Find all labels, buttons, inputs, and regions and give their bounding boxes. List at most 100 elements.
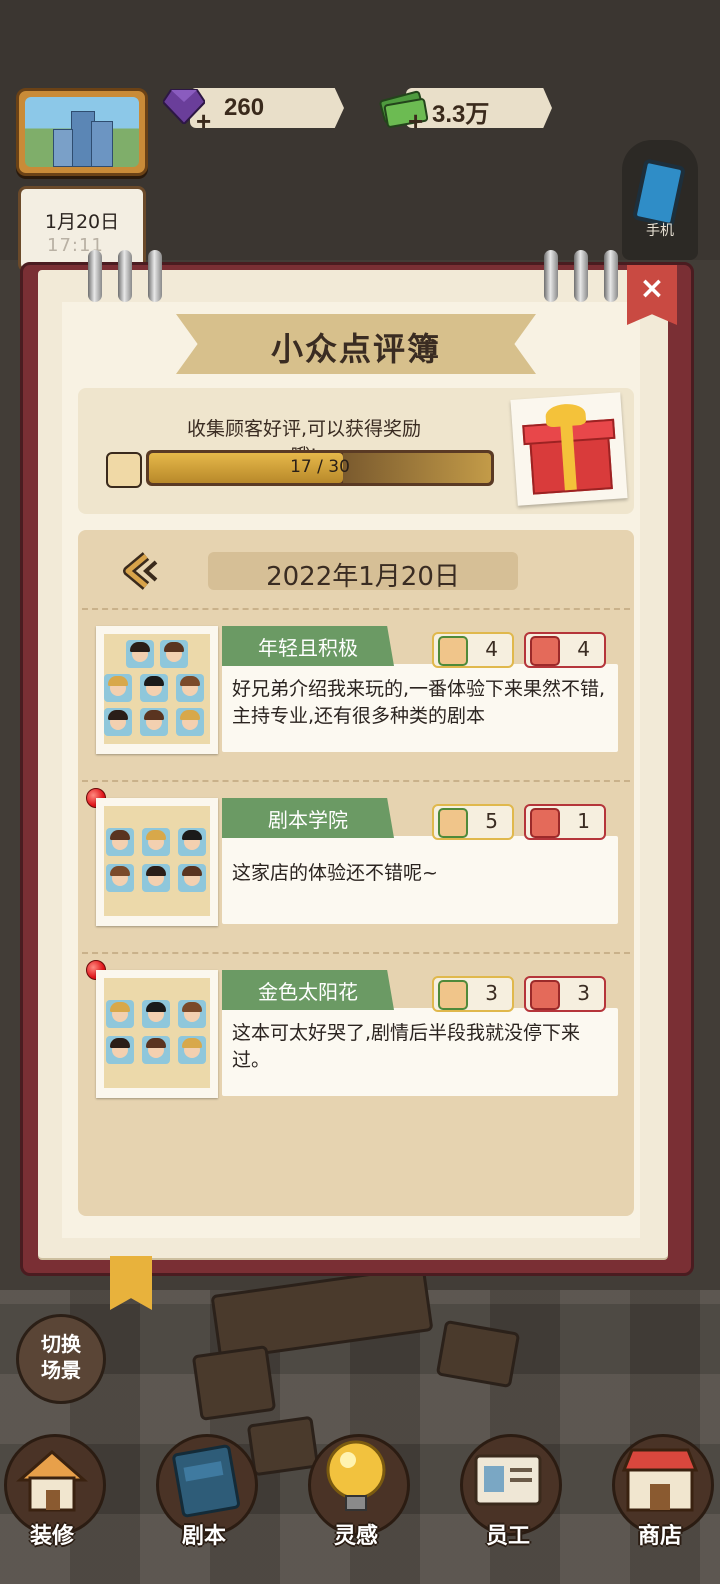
dislike-count: 1 bbox=[524, 804, 606, 840]
customer-avatar bbox=[178, 864, 206, 892]
customer-avatars bbox=[96, 970, 218, 1098]
gems-value: 260 bbox=[224, 94, 265, 121]
review-list-panel: 2022年1月20日 好兄弟介绍我来玩的,一番体验下来果然不错,主持专业,还有很… bbox=[78, 530, 634, 1216]
like-count: 5 bbox=[432, 804, 514, 840]
binder-ring bbox=[118, 250, 132, 302]
nav-label: 员工 bbox=[485, 1524, 530, 1549]
crate bbox=[191, 1345, 277, 1421]
review-comment: 好兄弟介绍我来玩的,一番体验下来果然不错,主持专业,还有很多种类的剧本 bbox=[232, 678, 606, 727]
progress-bar: 17 / 30 bbox=[146, 450, 494, 486]
dislike-value: 1 bbox=[577, 809, 590, 833]
like-value: 3 bbox=[485, 981, 498, 1005]
phone-label: 手机 bbox=[646, 223, 674, 239]
lightbulb-icon bbox=[326, 1440, 386, 1511]
like-value: 4 bbox=[485, 637, 498, 661]
phone-icon bbox=[632, 158, 686, 228]
close-icon: × bbox=[639, 271, 665, 306]
customer-avatar bbox=[142, 828, 170, 856]
dislike-count: 4 bbox=[524, 632, 606, 668]
dislike-value: 3 bbox=[577, 981, 590, 1005]
cash-value: 3.3万 bbox=[432, 101, 490, 128]
house-icon bbox=[16, 1450, 88, 1512]
progress-text: 17 / 30 bbox=[290, 457, 350, 477]
customer-avatar bbox=[140, 708, 168, 736]
nav-script[interactable]: 剧本 bbox=[154, 1430, 258, 1584]
like-count: 4 bbox=[432, 632, 514, 668]
customer-avatar bbox=[104, 708, 132, 736]
nav-shop[interactable]: 商店 bbox=[610, 1430, 714, 1584]
customer-avatar bbox=[140, 674, 168, 702]
date-selector: 2022年1月20日 bbox=[208, 552, 518, 592]
binder-ring bbox=[604, 250, 618, 302]
dislike-count: 3 bbox=[524, 976, 606, 1012]
script-book-icon bbox=[172, 1444, 240, 1518]
customer-avatar bbox=[106, 1000, 134, 1028]
thumbs-down-icon bbox=[530, 636, 560, 666]
customer-avatar bbox=[142, 864, 170, 892]
reviewer-name-tag: 金色太阳花 bbox=[222, 970, 394, 1010]
nav-label: 灵感 bbox=[333, 1524, 378, 1549]
reviewer-name-tag: 年轻且积极 bbox=[222, 626, 394, 666]
divider bbox=[82, 608, 630, 610]
thumbs-down-icon bbox=[530, 808, 560, 838]
thumbs-up-icon bbox=[438, 636, 468, 666]
date-label: 2022年1月20日 bbox=[266, 562, 460, 592]
shop-icon bbox=[621, 1448, 699, 1512]
nav-label: 商店 bbox=[637, 1524, 682, 1549]
comment-box: 好兄弟介绍我来玩的,一番体验下来果然不错,主持专业,还有很多种类的剧本 bbox=[222, 664, 618, 752]
review-card[interactable]: 这家店的体验还不错呢~ 剧本学院 5 1 bbox=[96, 798, 624, 932]
customer-avatars bbox=[96, 798, 218, 926]
comment-box: 这家店的体验还不错呢~ bbox=[222, 836, 618, 924]
dislike-value: 4 bbox=[577, 637, 590, 661]
customer-avatar bbox=[142, 1036, 170, 1064]
switch-scene-label: 切换场景 bbox=[41, 1332, 81, 1382]
nav-staff[interactable]: 员工 bbox=[458, 1430, 562, 1584]
id-card-icon bbox=[474, 1454, 542, 1506]
review-comment: 这本可太好哭了,剧情后半段我就没停下来过。 bbox=[232, 1022, 581, 1071]
customer-avatar bbox=[142, 1000, 170, 1028]
review-card[interactable]: 这本可太好哭了,剧情后半段我就没停下来过。 金色太阳花 3 3 bbox=[96, 970, 624, 1104]
customer-avatars bbox=[96, 626, 218, 754]
binder-ring bbox=[88, 250, 102, 302]
like-value: 5 bbox=[485, 809, 498, 833]
customer-avatar bbox=[176, 708, 204, 736]
nav-decorate[interactable]: 装修 bbox=[2, 1430, 106, 1584]
building-image bbox=[25, 97, 139, 167]
add-gems-icon[interactable]: + bbox=[196, 106, 211, 137]
add-cash-icon[interactable]: + bbox=[408, 106, 423, 137]
reviewer-name: 年轻且积极 bbox=[258, 636, 358, 660]
customer-avatar bbox=[160, 640, 188, 668]
thumbs-up-icon bbox=[438, 980, 468, 1010]
comment-box: 这本可太好哭了,剧情后半段我就没停下来过。 bbox=[222, 1008, 618, 1096]
page-title: 小众点评簿 bbox=[270, 330, 441, 368]
customer-avatar bbox=[106, 828, 134, 856]
binder-ring bbox=[544, 250, 558, 302]
review-comment: 这家店的体验还不错呢~ bbox=[232, 862, 438, 884]
nav-label: 剧本 bbox=[181, 1524, 226, 1549]
gems-counter bbox=[190, 88, 344, 128]
binder-ring bbox=[574, 250, 588, 302]
switch-scene-button[interactable]: 切换场景 bbox=[16, 1314, 106, 1404]
previous-day-button[interactable] bbox=[120, 550, 162, 592]
title-ribbon: 小众点评簿 bbox=[176, 314, 536, 374]
like-count: 3 bbox=[432, 976, 514, 1012]
phone-button[interactable]: 手机 bbox=[622, 140, 698, 260]
customer-avatar bbox=[178, 828, 206, 856]
customer-avatar bbox=[126, 640, 154, 668]
reviewer-name: 剧本学院 bbox=[268, 808, 348, 832]
thumbs-up-icon bbox=[106, 452, 142, 488]
reward-gift-button[interactable] bbox=[510, 392, 628, 506]
review-card[interactable]: 好兄弟介绍我来玩的,一番体验下来果然不错,主持专业,还有很多种类的剧本 年轻且积… bbox=[96, 626, 624, 760]
nav-inspiration[interactable]: 灵感 bbox=[306, 1430, 410, 1584]
customer-avatar bbox=[176, 674, 204, 702]
divider bbox=[82, 952, 630, 954]
reviewer-name-tag: 剧本学院 bbox=[222, 798, 394, 838]
store-scene-thumbnail[interactable] bbox=[16, 88, 148, 176]
thumbs-down-icon bbox=[530, 980, 560, 1010]
customer-avatar bbox=[104, 674, 132, 702]
nav-label: 装修 bbox=[29, 1524, 74, 1549]
binder-ring bbox=[148, 250, 162, 302]
divider bbox=[82, 780, 630, 782]
customer-avatar bbox=[178, 1000, 206, 1028]
customer-avatar bbox=[106, 864, 134, 892]
